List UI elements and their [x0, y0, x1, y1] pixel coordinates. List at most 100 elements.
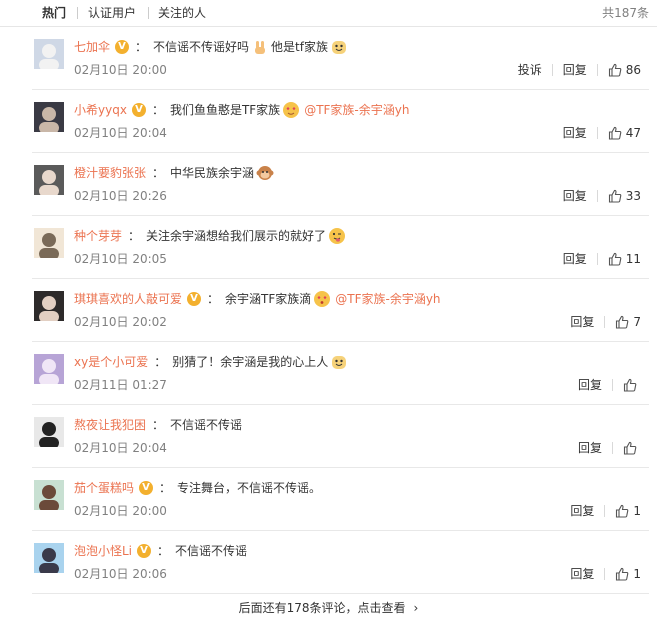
comment-time: 02月11日 01:27	[74, 378, 167, 392]
comment-total-count: 共187条	[602, 6, 649, 20]
comment-line: 泡泡小怪Li V ： 不信谣不传谣	[74, 542, 247, 560]
comment-text-tail: 他是tf家族	[271, 40, 328, 54]
avatar[interactable]	[34, 480, 64, 510]
like-button[interactable]: 86	[608, 62, 641, 78]
reply-button[interactable]: 回复	[570, 566, 594, 582]
load-more-link[interactable]: 后面还有178条评论，点击查看 ›	[0, 597, 657, 619]
username-link[interactable]: 橙汁要豹张张	[74, 164, 146, 182]
like-button[interactable]	[623, 378, 641, 392]
like-count: 47	[625, 126, 641, 140]
comment-line: 七加伞 V ： 不信谣不传谣好吗 他是tf家族	[74, 38, 350, 56]
comment-item: 泡泡小怪Li V ： 不信谣不传谣 02月10日 20:06 回复 1	[32, 531, 649, 594]
like-button[interactable]	[623, 441, 641, 455]
reply-button[interactable]: 回复	[578, 440, 602, 456]
username-link[interactable]: 琪琪喜欢的人敲可爱	[74, 290, 182, 308]
action-divider	[596, 253, 598, 265]
colon-separator: ：	[152, 166, 165, 180]
username-link[interactable]: 泡泡小怪Li	[74, 542, 132, 560]
thumbs-up-icon[interactable]	[615, 315, 629, 329]
reply-button[interactable]: 回复	[578, 377, 602, 393]
thumbs-up-icon[interactable]	[615, 504, 629, 518]
reply-button[interactable]: 回复	[570, 503, 594, 519]
like-button[interactable]: 1	[615, 503, 641, 519]
comment-tabs: 热门 认证用户 关注的人 共187条	[0, 0, 657, 27]
mention-link[interactable]: @TF家族-余宇涵yh	[335, 290, 440, 308]
avatar[interactable]	[34, 165, 64, 195]
thumbs-up-icon[interactable]	[608, 63, 622, 77]
comment-line: xy是个小可爱 ： 别猜了！余宇涵是我的心上人	[74, 353, 350, 371]
reply-button[interactable]: 回复	[563, 251, 587, 267]
tab-hot[interactable]: 热门	[42, 4, 66, 22]
action-divider	[604, 316, 606, 328]
reply-button[interactable]: 回复	[563, 125, 587, 141]
comment-time: 02月10日 20:26	[74, 189, 167, 203]
smile-face-emoji	[332, 356, 347, 369]
username-link[interactable]: 小希yyqx	[74, 101, 127, 119]
comment-time: 02月10日 20:05	[74, 252, 167, 266]
avatar[interactable]	[34, 102, 64, 132]
comment-item: xy是个小可爱 ： 别猜了！余宇涵是我的心上人 02月11日 01:27 回复	[32, 342, 649, 405]
thumbs-up-icon[interactable]	[615, 567, 629, 581]
colon-separator: ：	[128, 229, 141, 243]
comment-actions: 投诉 回复 86	[518, 62, 641, 78]
verified-badge-icon: V	[187, 292, 202, 306]
report-button[interactable]: 投诉	[518, 62, 542, 78]
action-divider	[596, 190, 598, 202]
thumbs-up-icon[interactable]	[608, 252, 622, 266]
reply-button[interactable]: 回复	[563, 62, 587, 78]
comment-time: 02月10日 20:02	[74, 315, 167, 329]
mention-link[interactable]: @TF家族-余宇涵yh	[304, 101, 409, 119]
colon-separator: ：	[152, 418, 165, 432]
like-button[interactable]: 7	[615, 314, 641, 330]
comment-line: 熬夜让我犯困 ： 不信谣不传谣	[74, 416, 242, 434]
username-link[interactable]: 熬夜让我犯困	[74, 416, 146, 434]
comment-text: 余宇涵TF家族滴	[225, 292, 312, 306]
like-button[interactable]: 1	[615, 566, 641, 582]
like-count: 7	[633, 315, 641, 329]
comment-text: 我们鱼鱼憨是TF家族	[169, 103, 281, 117]
avatar[interactable]	[34, 543, 64, 573]
comment-actions: 回复 11	[563, 251, 641, 267]
thumbs-up-icon[interactable]	[623, 378, 637, 392]
comment-item: 橙汁要豹张张 ： 中华民族余宇涵 02月10日 20:26 回复 33	[32, 153, 649, 216]
thumbs-up-icon[interactable]	[623, 441, 637, 455]
colon-separator: ：	[154, 355, 167, 369]
comment-item: 茄个蛋糕吗 V ： 专注舞台，不信谣不传谣。 02月10日 20:00 回复 1	[32, 468, 649, 531]
avatar[interactable]	[34, 417, 64, 447]
username-link[interactable]: 七加伞	[74, 38, 110, 56]
avatar[interactable]	[34, 354, 64, 384]
smile-face-emoji	[331, 41, 346, 54]
like-button[interactable]: 47	[608, 125, 641, 141]
username-link[interactable]: 种个芽芽	[74, 227, 122, 245]
colon-separator: ：	[135, 40, 148, 54]
like-count: 11	[625, 252, 641, 266]
verified-badge-icon: V	[115, 40, 130, 54]
username-link[interactable]: xy是个小可爱	[74, 353, 148, 371]
comment-actions: 回复 7	[570, 314, 641, 330]
avatar[interactable]	[34, 39, 64, 69]
chevron-right-icon: ›	[413, 601, 419, 615]
tab-verified-users[interactable]: 认证用户	[88, 4, 136, 22]
username-link[interactable]: 茄个蛋糕吗	[74, 479, 134, 497]
comment-time: 02月10日 20:00	[74, 63, 167, 77]
avatar[interactable]	[34, 291, 64, 321]
like-count: 1	[633, 504, 641, 518]
avatar[interactable]	[34, 228, 64, 258]
colon-separator: ：	[159, 481, 172, 495]
tongue-face-emoji	[329, 228, 346, 244]
comment-text: 不信谣不传谣	[170, 418, 243, 432]
like-button[interactable]: 33	[608, 188, 641, 204]
comment-time: 02月10日 20:06	[74, 567, 167, 581]
like-button[interactable]: 11	[608, 251, 641, 267]
comment-actions: 回复 33	[563, 188, 641, 204]
thumbs-up-icon[interactable]	[608, 189, 622, 203]
tab-following[interactable]: 关注的人	[158, 4, 206, 22]
thumbs-up-icon[interactable]	[608, 126, 622, 140]
reply-button[interactable]: 回复	[563, 188, 587, 204]
tab-divider	[148, 7, 149, 19]
action-divider	[612, 442, 613, 454]
reply-button[interactable]: 回复	[570, 314, 594, 330]
comment-text: 关注余宇涵想给我们展示的就好了	[146, 229, 327, 243]
heart-eyes-emoji	[283, 102, 300, 118]
comment-time: 02月10日 20:04	[74, 441, 167, 455]
